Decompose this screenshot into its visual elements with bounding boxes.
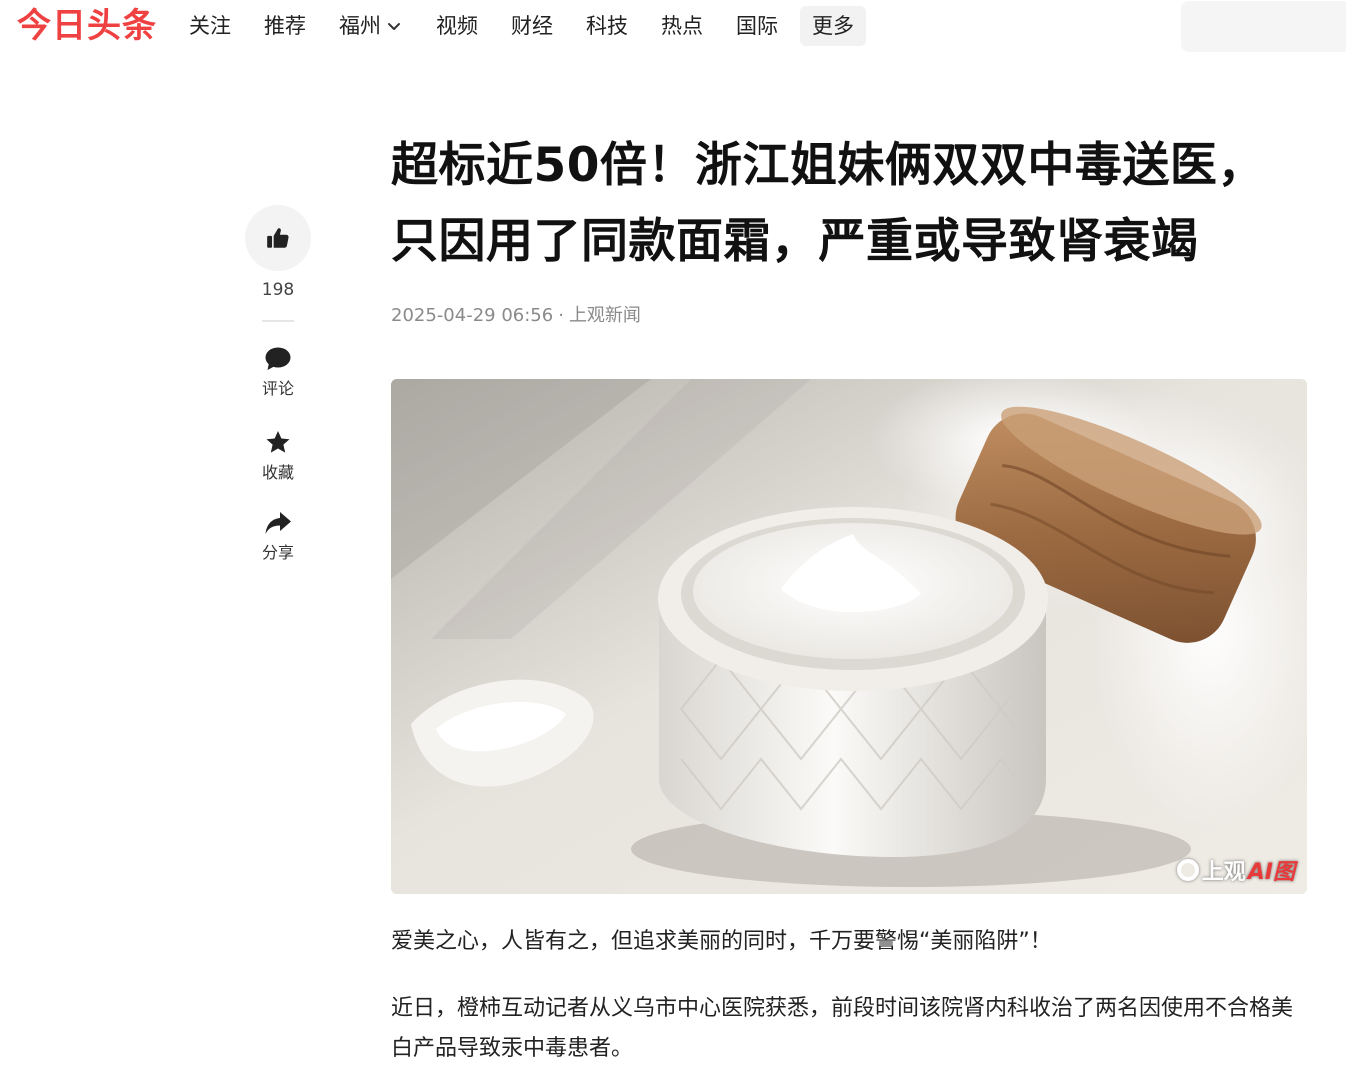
share-icon xyxy=(265,512,291,534)
article-title-line-1: 超标近50倍！浙江姐妹俩双双中毒送医， xyxy=(391,138,1265,193)
article-source[interactable]: 上观新闻 xyxy=(569,305,641,326)
face-cream-jar-illustration xyxy=(391,379,1307,894)
article-paragraph: 近日，橙柿互动记者从义乌市中心医院获悉，前段时间该院肾内科收治了两名因使用不合格… xyxy=(391,996,1294,1061)
watermark-text: 上观 xyxy=(1201,860,1246,885)
thumbs-up-icon xyxy=(267,228,289,248)
nav-item-more[interactable]: 更多 xyxy=(800,6,866,46)
like-button[interactable] xyxy=(245,205,311,271)
nav-item-label: 热点 xyxy=(661,14,703,38)
rail-divider xyxy=(262,320,294,322)
nav-item-recommended[interactable]: 推荐 xyxy=(250,6,320,46)
comment-label: 评论 xyxy=(261,379,294,398)
like-count: 198 xyxy=(261,280,295,300)
favorite-button[interactable]: 收藏 xyxy=(244,429,312,483)
publish-date: 2025-04-29 06:56 xyxy=(391,305,554,326)
watermark-logo-icon xyxy=(1176,859,1199,881)
channel-nav: 关注 推荐 福州 视频 财经 科技 热点 国际 更多 xyxy=(175,6,871,46)
nav-item-label: 国际 xyxy=(736,14,778,38)
share-button[interactable]: 分享 xyxy=(244,511,312,563)
nav-item-label: 更多 xyxy=(812,14,854,38)
nav-item-label: 科技 xyxy=(586,14,628,38)
nav-item-label: 福州 xyxy=(339,14,381,38)
nav-item-label: 关注 xyxy=(189,14,231,38)
article-title-line-2: 只因用了同款面霜，严重或导致肾衰竭 xyxy=(391,214,1199,269)
comment-button[interactable]: 评论 xyxy=(244,346,312,399)
article-paragraph: 爱美之心，人皆有之，但追求美丽的同时，千万要警惕“美丽陷阱”！ xyxy=(391,929,1052,954)
nav-item-international[interactable]: 国际 xyxy=(722,6,792,46)
comment-icon xyxy=(265,347,291,370)
nav-item-finance[interactable]: 财经 xyxy=(497,6,567,46)
article: 超标近50倍！浙江姐妹俩双双中毒送医， 只因用了同款面霜，严重或导致肾衰竭 20… xyxy=(391,128,1307,1069)
top-navigation-bar: 今日头条 关注 推荐 福州 视频 财经 科技 热点 国际 更多 xyxy=(0,0,1346,54)
favorite-label: 收藏 xyxy=(261,463,294,482)
article-meta: 2025-04-29 06:56 · 上观新闻 xyxy=(391,304,1307,328)
nav-item-following[interactable]: 关注 xyxy=(175,6,245,46)
image-watermark: 上观 AI图 xyxy=(1176,854,1295,886)
article-action-rail: 198 评论 收藏 分享 xyxy=(244,205,312,563)
nav-item-label: 推荐 xyxy=(264,14,306,38)
article-hero-image[interactable]: 上观 AI图 xyxy=(391,379,1307,894)
nav-item-hot[interactable]: 热点 xyxy=(647,6,717,46)
nav-item-label: 视频 xyxy=(436,14,478,38)
search-area[interactable] xyxy=(1181,1,1346,52)
nav-item-video[interactable]: 视频 xyxy=(422,6,492,46)
watermark-ai-label: AI图 xyxy=(1247,860,1295,885)
nav-item-city-dropdown[interactable]: 福州 xyxy=(325,6,417,46)
nav-item-tech[interactable]: 科技 xyxy=(572,6,642,46)
chevron-down-icon xyxy=(388,23,400,30)
share-label: 分享 xyxy=(261,543,294,562)
nav-item-label: 财经 xyxy=(511,14,553,38)
meta-separator: · xyxy=(558,305,564,326)
star-icon xyxy=(266,431,290,453)
article-title: 超标近50倍！浙江姐妹俩双双中毒送医， 只因用了同款面霜，严重或导致肾衰竭 xyxy=(391,128,1307,280)
toutiao-logo[interactable]: 今日头条 xyxy=(17,6,157,46)
